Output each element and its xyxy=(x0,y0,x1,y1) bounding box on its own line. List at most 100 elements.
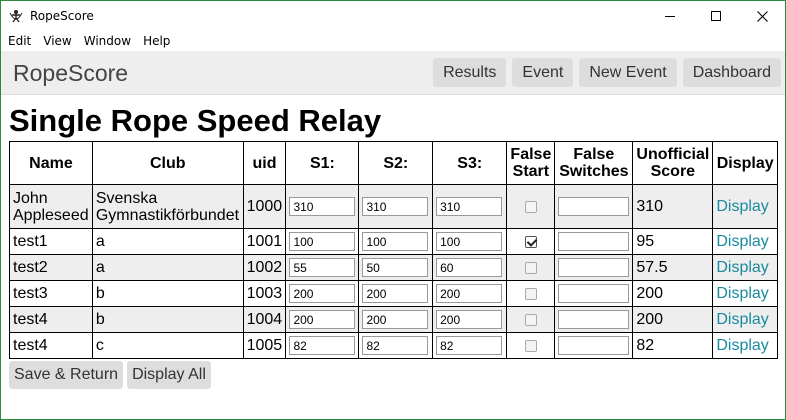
menu-bar: Edit View Window Help xyxy=(1,31,785,51)
cell-false-switches xyxy=(554,306,634,333)
cell-uid: 1004 xyxy=(242,306,287,333)
false-switches-input[interactable] xyxy=(558,310,630,329)
s3-input[interactable] xyxy=(436,336,503,355)
cell-s1 xyxy=(285,184,360,229)
event-button[interactable]: Event xyxy=(512,58,574,87)
scores-table: Name Club uid S1: S2: S3: False Start Fal… xyxy=(9,141,778,359)
menu-view[interactable]: View xyxy=(37,34,77,48)
table-row: test1 a 1001 95 Display xyxy=(9,228,778,255)
new-event-button[interactable]: New Event xyxy=(579,58,677,87)
cell-display: Display xyxy=(712,254,778,281)
cell-name: test1 xyxy=(9,228,93,255)
results-button[interactable]: Results xyxy=(433,58,507,87)
top-navbar: RopeScore Results Event New Event Dashbo… xyxy=(1,51,785,95)
cell-s1 xyxy=(285,254,360,281)
cell-uid: 1005 xyxy=(242,332,287,359)
menu-help[interactable]: Help xyxy=(137,34,176,48)
brand-link[interactable]: RopeScore xyxy=(13,60,128,87)
false-switches-input[interactable] xyxy=(558,197,630,216)
cell-s3 xyxy=(432,254,508,281)
cell-s1 xyxy=(285,228,360,255)
cell-false-switches xyxy=(554,280,634,307)
cell-score: 82 xyxy=(632,332,714,359)
cell-score: 310 xyxy=(632,184,714,229)
false-start-checkbox[interactable] xyxy=(524,235,537,248)
s2-input[interactable] xyxy=(362,336,429,355)
cell-name: John Appleseed xyxy=(9,184,93,229)
cell-uid: 1003 xyxy=(242,280,287,307)
s2-input[interactable] xyxy=(362,197,429,216)
s1-input[interactable] xyxy=(289,284,356,303)
cell-s2 xyxy=(358,280,434,307)
cell-name: test2 xyxy=(9,254,93,281)
s1-input[interactable] xyxy=(289,258,356,277)
false-start-checkbox[interactable] xyxy=(524,287,537,300)
save-return-button[interactable]: Save & Return xyxy=(9,361,124,389)
false-switches-input[interactable] xyxy=(558,284,630,303)
cell-false-switches xyxy=(554,332,634,359)
s1-input[interactable] xyxy=(289,310,356,329)
cell-name: test3 xyxy=(9,280,93,307)
cell-club: c xyxy=(91,332,244,359)
false-switches-input[interactable] xyxy=(558,336,630,355)
cell-s3 xyxy=(432,332,508,359)
s1-input[interactable] xyxy=(289,232,356,251)
false-start-checkbox[interactable] xyxy=(524,261,537,274)
cell-score: 57.5 xyxy=(632,254,714,281)
cell-name: test4 xyxy=(9,332,93,359)
s3-input[interactable] xyxy=(436,197,503,216)
cell-score: 95 xyxy=(632,228,714,255)
false-start-checkbox[interactable] xyxy=(524,200,537,213)
false-start-checkbox[interactable] xyxy=(524,313,537,326)
s2-input[interactable] xyxy=(362,258,429,277)
s3-input[interactable] xyxy=(436,232,503,251)
cell-s3 xyxy=(432,280,508,307)
cell-uid: 1001 xyxy=(242,228,287,255)
close-icon[interactable] xyxy=(739,1,785,31)
header-false-switches-line2: Switches xyxy=(559,163,629,180)
maximize-icon[interactable] xyxy=(693,1,739,31)
cell-s2 xyxy=(358,306,434,333)
display-link[interactable]: Display xyxy=(716,285,768,302)
s3-input[interactable] xyxy=(436,258,503,277)
header-unofficial-line1: Unofficial xyxy=(636,146,710,163)
cell-club: b xyxy=(91,280,244,307)
cell-false-start xyxy=(506,280,556,307)
dashboard-button[interactable]: Dashboard xyxy=(682,58,781,87)
display-link[interactable]: Display xyxy=(716,311,768,328)
s3-input[interactable] xyxy=(436,284,503,303)
display-link[interactable]: Display xyxy=(716,233,768,250)
display-link[interactable]: Display xyxy=(716,198,768,215)
s1-input[interactable] xyxy=(289,336,356,355)
cell-club: b xyxy=(91,306,244,333)
header-unofficial-line2: Score xyxy=(650,163,696,180)
cell-s3 xyxy=(432,306,508,333)
false-switches-input[interactable] xyxy=(558,258,630,277)
s1-input[interactable] xyxy=(289,197,356,216)
cell-club: a xyxy=(91,254,244,281)
s2-input[interactable] xyxy=(362,284,429,303)
cell-false-start xyxy=(506,228,556,255)
cell-name-line2: Appleseed xyxy=(13,206,89,224)
menu-edit[interactable]: Edit xyxy=(1,34,37,48)
cell-s2 xyxy=(358,228,434,255)
false-start-checkbox[interactable] xyxy=(524,339,537,352)
header-club: Club xyxy=(91,141,244,185)
false-switches-input[interactable] xyxy=(558,232,630,251)
table-row: John Appleseed Svenska Gymnastikförbundet … xyxy=(9,184,778,229)
display-all-button[interactable]: Display All xyxy=(127,361,211,389)
table-row: test4 b 1004 200 Display xyxy=(9,306,778,333)
header-false-start-line1: False xyxy=(510,146,552,163)
header-s2: S2: xyxy=(358,141,434,185)
s3-input[interactable] xyxy=(436,310,503,329)
cell-display: Display xyxy=(712,306,778,333)
s2-input[interactable] xyxy=(362,310,429,329)
page-title: Single Rope Speed Relay xyxy=(9,103,382,138)
cell-s1 xyxy=(285,280,360,307)
minimize-icon[interactable] xyxy=(647,1,693,31)
display-link[interactable]: Display xyxy=(716,337,768,354)
bottom-actions: Save & Return Display All xyxy=(9,361,211,389)
display-link[interactable]: Display xyxy=(716,259,768,276)
menu-window[interactable]: Window xyxy=(78,34,137,48)
s2-input[interactable] xyxy=(362,232,429,251)
